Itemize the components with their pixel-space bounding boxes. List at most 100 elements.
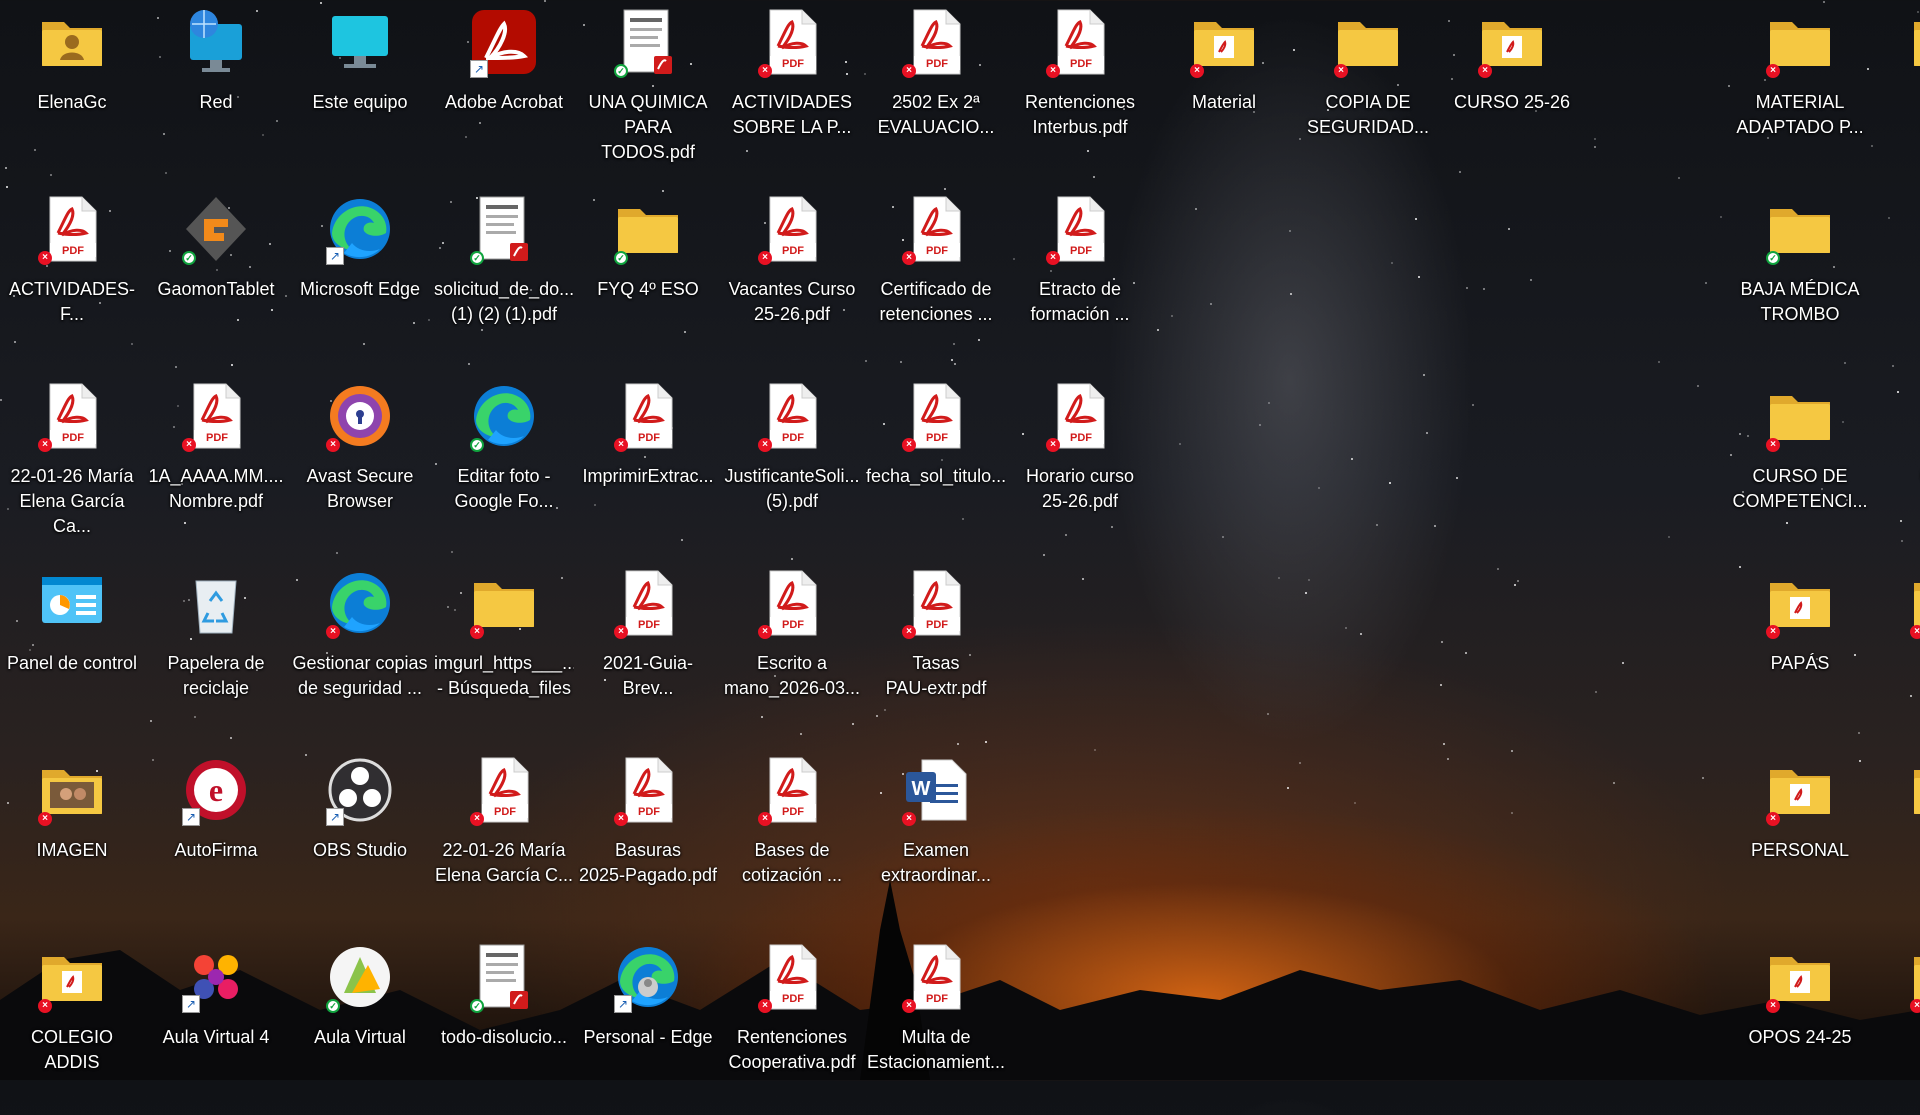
desktop-icon-bases-de[interactable]: PDF Bases de cotización ...	[722, 748, 862, 928]
desktop-icon-imprimirextrac[interactable]: PDF ImprimirExtrac...	[578, 374, 718, 554]
pdf-icon: PDF	[36, 380, 108, 452]
desktop-icon-material[interactable]: Material	[1154, 0, 1294, 180]
desktop-icon-horario-curso[interactable]: PDF Horario curso 25-26.pdf	[1010, 374, 1150, 554]
desktop-icon-adobe-acrobat[interactable]: ↗ Adobe Acrobat	[434, 0, 574, 180]
desktop-icon-rentenciones[interactable]: PDF Rentenciones Cooperativa.pdf	[722, 935, 862, 1115]
desktop-icon-personal[interactable]: PERSONAL	[1730, 748, 1870, 928]
icon-label: OBS Studio	[312, 840, 408, 860]
desktop-icon-autofirma[interactable]: e ↗ AutoFirma	[146, 748, 286, 928]
desktop-icon-1a-aaaa-mm[interactable]: PDF 1A_AAAA.MM.... Nombre.pdf	[146, 374, 286, 554]
icon-label: Certificado de retenciones ...	[879, 279, 993, 324]
desktop-icon-gaomontablet[interactable]: GaomonTablet	[146, 187, 286, 367]
sync-error-status-icon	[1766, 438, 1780, 452]
desktop-icon-fecha-sol-titulo[interactable]: PDF fecha_sol_titulo...	[866, 374, 1006, 554]
icon-label: 2502 Ex 2ª EVALUACIO...	[877, 92, 995, 137]
desktop-icon-personal-edge[interactable]: ↗ Personal - Edge	[578, 935, 718, 1115]
folder-pdf-icon	[1764, 941, 1836, 1013]
desktop-icon-papelera-de[interactable]: Papelera de reciclaje	[146, 561, 286, 741]
desktop-icon-tasas[interactable]: PDF Tasas PAU-extr.pdf	[866, 561, 1006, 741]
icon-label: Bases de cotización ...	[741, 840, 843, 885]
desktop-icon-curso-25-26[interactable]: CURSO 25-26	[1442, 0, 1582, 180]
svg-text:PDF: PDF	[62, 432, 84, 444]
desktop-icon-justificantesoli[interactable]: PDF JustificanteSoli... (5).pdf	[722, 374, 862, 554]
icon-label: Basuras 2025-Pagado.pdf	[578, 840, 718, 885]
desktop-icon-opos-24-25[interactable]: OPOS 24-25	[1730, 935, 1870, 1115]
icon-label: Multa de Estacionamient...	[866, 1027, 1006, 1072]
svg-text:W: W	[912, 778, 931, 800]
desktop-icon-multa-de[interactable]: PDF Multa de Estacionamient...	[866, 935, 1006, 1115]
desktop-icon-colegio-addis[interactable]: COLEGIO ADDIS	[2, 935, 142, 1115]
desktop-icon-actividades[interactable]: PDF ACTIVIDADES SOBRE LA P...	[722, 0, 862, 180]
sync-error-status-icon	[1046, 251, 1060, 265]
computer-icon	[324, 6, 396, 78]
shortcut-arrow-icon: ↗	[182, 995, 200, 1013]
desktop-icon-calil[interactable]: calil E-b	[1874, 187, 1920, 367]
desktop-icon-gestionar-copias[interactable]: Gestionar copias de seguridad ...	[290, 561, 430, 741]
desktop-icon-vacantes-curso[interactable]: PDF Vacantes Curso 25-26.pdf	[722, 187, 862, 367]
desktop-icon-actividades-f[interactable]: PDF ACTIVIDADES-F...	[2, 187, 142, 367]
desktop-icon-escrito-a[interactable]: PDF Escrito a mano_2026-03...	[722, 561, 862, 741]
synced-status-icon	[470, 251, 484, 265]
icon-label: JustificanteSoli... (5).pdf	[724, 466, 860, 511]
desktop-icon-imagen[interactable]: IMAGEN	[2, 748, 142, 928]
desktop-icon-avast-secure[interactable]: Avast Secure Browser	[290, 374, 430, 554]
icon-label: CURSO DE COMPETENCI...	[1732, 466, 1868, 511]
pdf-icon: PDF	[756, 754, 828, 826]
svg-text:e: e	[209, 772, 223, 808]
desktop-icon-copia-de[interactable]: COPIA DE SEGURIDAD...	[1298, 0, 1438, 180]
svg-text:PDF: PDF	[638, 432, 660, 444]
desktop-icon-2021-guia-brev[interactable]: PDF 2021-Guia-Brev...	[578, 561, 718, 741]
icon-label: Examen extraordinar...	[880, 840, 992, 885]
sync-error-status-icon	[614, 812, 628, 826]
desktop-icon-rentenciones[interactable]: PDF Rentenciones Interbus.pdf	[1010, 0, 1150, 180]
desktop-icon-exce[interactable]: Exce El	[1874, 561, 1920, 741]
folder-pdf-icon	[1764, 567, 1836, 639]
folder-pdf-icon	[36, 941, 108, 1013]
desktop-icon-este-equipo[interactable]: Este equipo	[290, 0, 430, 180]
desktop-icon-2502-ex-2[interactable]: PDF 2502 Ex 2ª EVALUACIO...	[866, 0, 1006, 180]
pdf-icon: PDF	[612, 380, 684, 452]
sync-error-status-icon	[1910, 625, 1920, 639]
desktop-icon-yo[interactable]: YO	[1874, 935, 1920, 1115]
desktop-icon-elenagc[interactable]: ElenaGc	[2, 0, 142, 180]
icon-label: 22-01-26 María Elena García C...	[434, 840, 574, 885]
edge-user-icon: ↗	[612, 941, 684, 1013]
desktop-icon-imgurl-https[interactable]: imgurl_https___... - Búsqueda_files	[434, 561, 574, 741]
shortcut-arrow-icon: ↗	[182, 808, 200, 826]
desktop-icon-editar-foto[interactable]: Editar foto - Google Fo...	[434, 374, 574, 554]
desktop-icon-baja-médica[interactable]: BAJA MÉDICA TROMBO	[1730, 187, 1870, 367]
desktop-icon-material[interactable]: MATERIAL ADAPTADO P...	[1730, 0, 1870, 180]
icon-label: Red	[199, 92, 233, 112]
sync-error-status-icon	[38, 251, 52, 265]
desktop-icon-cc[interactable]: CC 20	[1874, 748, 1920, 928]
icon-label: Copia	[1874, 464, 1920, 489]
desktop-icon-todo-disolucio[interactable]: todo-disolucio...	[434, 935, 574, 1115]
pdf-icon: PDF	[468, 754, 540, 826]
synced-status-icon	[470, 999, 484, 1013]
desktop-icon-basuras[interactable]: PDF Basuras 2025-Pagado.pdf	[578, 748, 718, 928]
desktop-icon-microsoft-edge[interactable]: ↗ Microsoft Edge	[290, 187, 430, 367]
desktop-icon-22-01-26-maría[interactable]: PDF 22-01-26 María Elena García Ca...	[2, 374, 142, 554]
desktop-icon-copia[interactable]: Copia	[1874, 374, 1920, 554]
desktop-icon-fyq-4-eso[interactable]: FYQ 4º ESO	[578, 187, 718, 367]
desktop-icon-examen[interactable]: W Examen extraordinar...	[866, 748, 1006, 928]
desktop-icon-una-quimica[interactable]: UNA QUIMICA PARA TODOS.pdf	[578, 0, 718, 180]
sync-error-status-icon	[1478, 64, 1492, 78]
desktop-icon-etracto-de[interactable]: PDF Etracto de formación ...	[1010, 187, 1150, 367]
sync-error-status-icon	[902, 64, 916, 78]
desktop-icon-aula-virtual-4[interactable]: ↗ Aula Virtual 4	[146, 935, 286, 1115]
folder-image-icon	[36, 754, 108, 826]
desktop-icon-curso-de[interactable]: CURSO DE COMPETENCI...	[1730, 374, 1870, 554]
desktop-icon-gesti[interactable]: Gesti de se	[1874, 0, 1920, 180]
svg-text:PDF: PDF	[926, 619, 948, 631]
desktop-icon-aula-virtual[interactable]: Aula Virtual	[290, 935, 430, 1115]
desktop-icon-red[interactable]: Red	[146, 0, 286, 180]
desktop-icon-papás[interactable]: PAPÁS	[1730, 561, 1870, 741]
icon-label: Editar foto - Google Fo...	[454, 466, 554, 511]
svg-text:PDF: PDF	[926, 58, 948, 70]
desktop-icon-panel-de-control[interactable]: Panel de control	[2, 561, 142, 741]
desktop-icon-obs-studio[interactable]: ↗ OBS Studio	[290, 748, 430, 928]
desktop-icon-22-01-26-maría[interactable]: PDF 22-01-26 María Elena García C...	[434, 748, 574, 928]
desktop-icon-certificado-de[interactable]: PDF Certificado de retenciones ...	[866, 187, 1006, 367]
desktop-icon-solicitud-de-do[interactable]: solicitud_de_do... (1) (2) (1).pdf	[434, 187, 574, 367]
